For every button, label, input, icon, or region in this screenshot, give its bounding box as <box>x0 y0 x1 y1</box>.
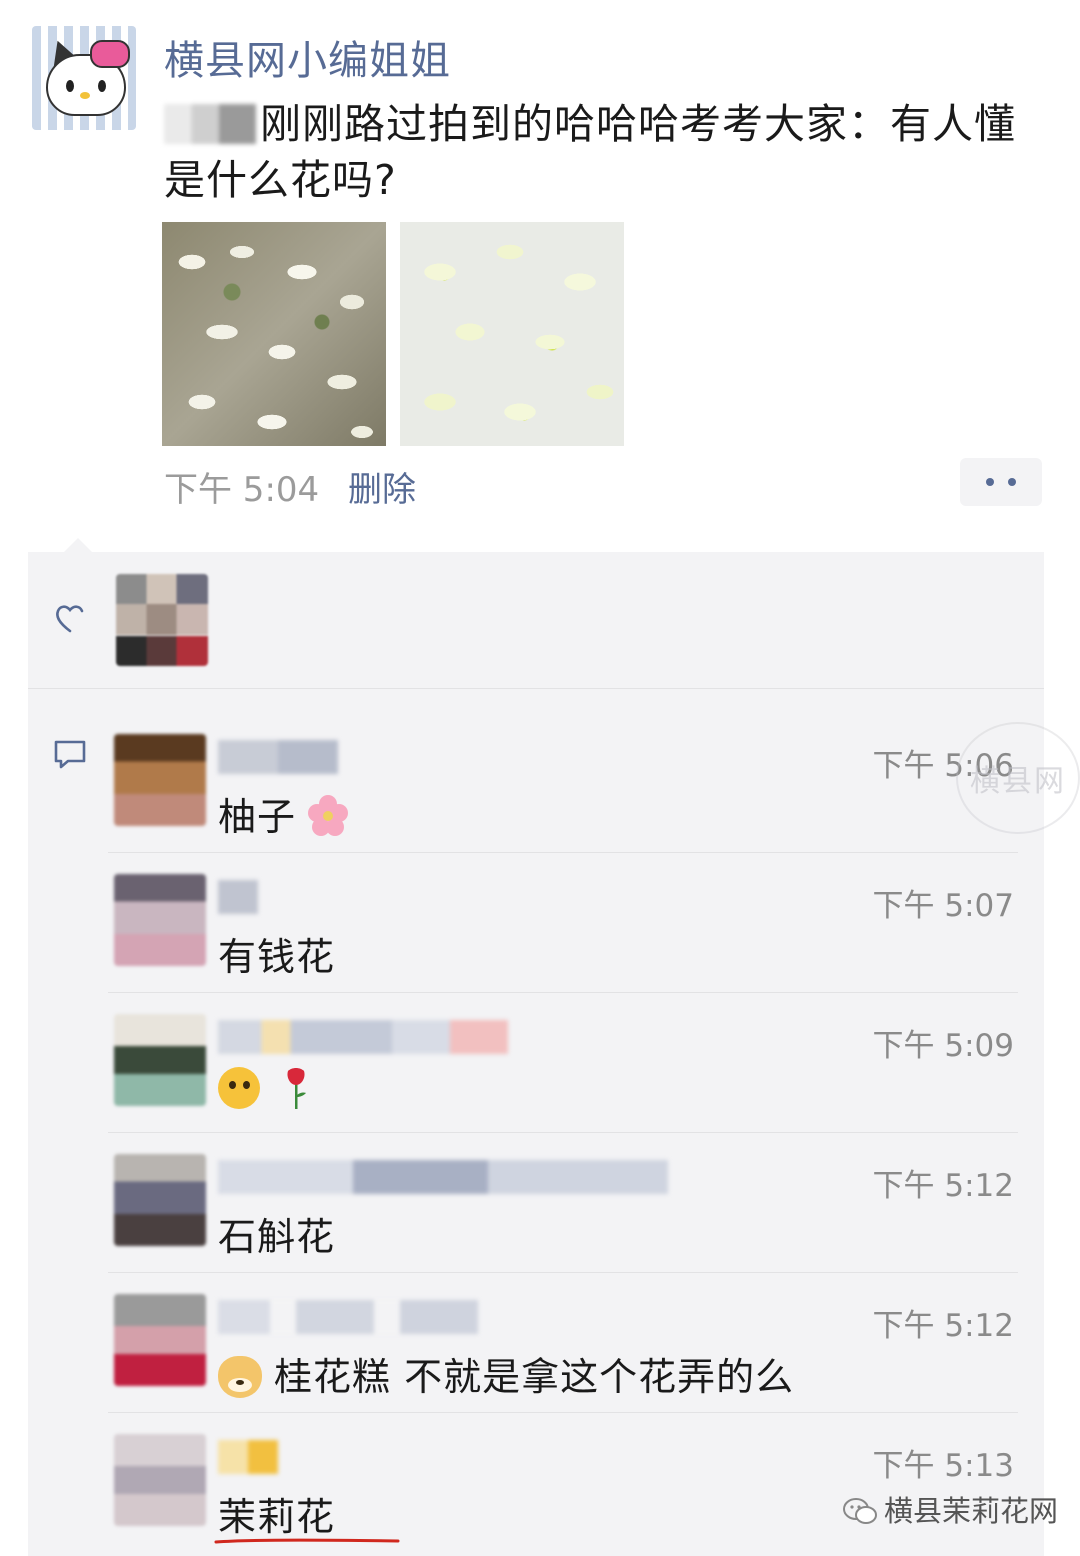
interaction-panel: 下午 5:06 柚子 下午 5:07 有钱花 下午 5:09 下午 5:12 石… <box>28 538 1044 1556</box>
commenter-avatar[interactable] <box>114 734 206 826</box>
comment-text: 桂花糕 不就是拿这个花弄的么 <box>218 1346 794 1401</box>
kitty-eye-left <box>66 80 74 92</box>
comment-time: 下午 5:12 <box>872 1308 1014 1344</box>
post-body: 刚刚路过拍到的哈哈哈考考大家：有人懂是什么花吗? <box>164 100 1016 204</box>
kitty-eye-right <box>98 80 106 92</box>
comment-text: 茉莉花 <box>218 1495 336 1539</box>
comment-time: 下午 5:07 <box>872 888 1014 924</box>
commenter-avatar[interactable] <box>114 874 206 966</box>
commenter-name[interactable] <box>218 1020 508 1054</box>
heart-outline-icon <box>56 605 84 633</box>
comment-text-body: 桂花糕 不就是拿这个花弄的么 <box>274 1355 795 1399</box>
moments-post: 横县网小编姐姐 刚刚路过拍到的哈哈哈考考大家：有人懂是什么花吗? 下午 5:04… <box>0 0 1080 540</box>
more-dots-icon <box>986 478 1018 486</box>
commenter-name[interactable] <box>218 1300 478 1334</box>
red-underline-mark <box>214 1538 400 1544</box>
comment-text: 有钱花 <box>218 935 336 979</box>
speech-bubble-icon <box>54 740 86 769</box>
photo-1[interactable] <box>162 222 386 446</box>
comment-time: 下午 5:13 <box>872 1448 1014 1484</box>
commenter-name[interactable] <box>218 1160 668 1194</box>
commenter-avatar[interactable] <box>114 1014 206 1106</box>
commenter-avatar[interactable] <box>114 1294 206 1386</box>
likes-row <box>28 552 1044 689</box>
comment-item[interactable]: 下午 5:13 茉莉花 <box>108 1412 1018 1552</box>
kitty-nose <box>80 92 90 99</box>
author-avatar[interactable] <box>32 26 136 130</box>
watermark-text: 横县网 <box>970 764 1066 799</box>
photo-2[interactable] <box>400 222 624 446</box>
watermark-seal: 横县网 <box>956 722 1080 834</box>
commenter-name[interactable] <box>218 740 338 774</box>
footer-brand-text: 横县茉莉花网 <box>884 1494 1059 1528</box>
kitty-bow <box>90 40 130 68</box>
cherry-blossom-icon <box>308 795 349 836</box>
commenter-avatar[interactable] <box>114 1154 206 1246</box>
comment-item[interactable]: 下午 5:06 柚子 <box>108 712 1018 853</box>
wechat-icon <box>843 1498 877 1524</box>
comment-time: 下午 5:09 <box>872 1028 1014 1064</box>
footer-brand: 横县茉莉花网 <box>842 1488 1058 1528</box>
comment-text: 柚子 <box>218 786 352 841</box>
comment-text <box>218 1066 310 1111</box>
commenter-name[interactable] <box>218 1440 278 1474</box>
commenter-name[interactable] <box>218 880 258 914</box>
rose-icon <box>287 1068 306 1109</box>
comment-time: 下午 5:12 <box>872 1168 1014 1204</box>
comment-item[interactable]: 下午 5:12 石斛花 <box>108 1132 1018 1273</box>
author-name[interactable]: 横县网小编姐姐 <box>164 28 451 86</box>
blurred-text <box>164 104 256 144</box>
post-time: 下午 5:04 <box>164 470 320 510</box>
comment-item[interactable]: 下午 5:12 桂花糕 不就是拿这个花弄的么 <box>108 1272 1018 1413</box>
liker-avatar[interactable] <box>116 574 208 666</box>
delete-link[interactable]: 删除 <box>348 462 416 511</box>
confused-face-icon <box>218 1067 260 1109</box>
comment-text: 石斛花 <box>218 1215 336 1259</box>
more-options-button[interactable] <box>960 458 1042 506</box>
comment-text-body: 柚子 <box>218 795 297 839</box>
comment-item[interactable]: 下午 5:07 有钱花 <box>108 852 1018 993</box>
doge-icon <box>218 1356 262 1398</box>
post-text: 刚刚路过拍到的哈哈哈考考大家：有人懂是什么花吗? <box>164 96 1044 208</box>
comment-item[interactable]: 下午 5:09 <box>108 992 1018 1133</box>
commenter-avatar[interactable] <box>114 1434 206 1526</box>
